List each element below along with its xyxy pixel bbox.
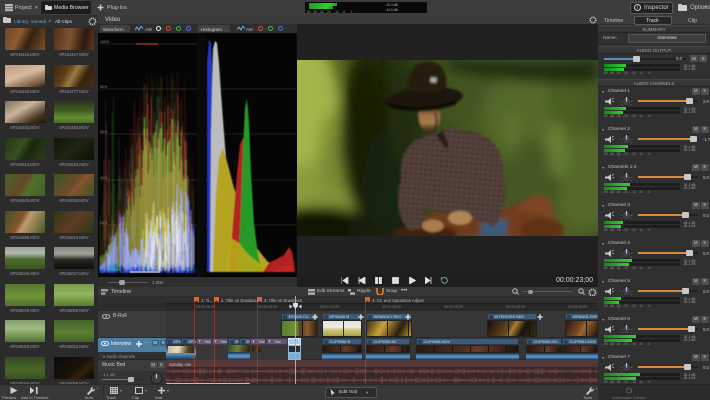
svg-text:100%: 100%	[100, 40, 110, 44]
svg-text:80%: 80%	[100, 85, 108, 89]
